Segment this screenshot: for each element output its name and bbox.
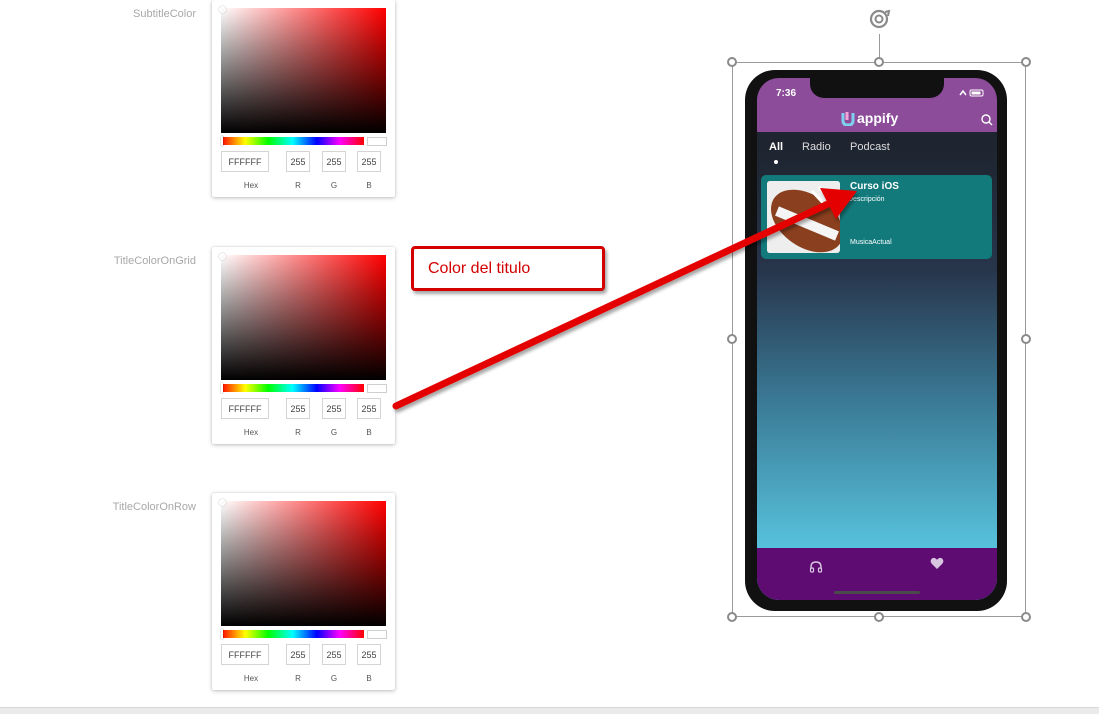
callout-box: Color del titulo <box>411 246 605 291</box>
status-time: 7:36 <box>776 88 797 99</box>
hex-input[interactable]: FFFFFF <box>221 398 269 419</box>
phone-notch <box>810 78 944 98</box>
hex-label: Hex <box>243 181 259 190</box>
color-picker-subtitle: FFFFFF 255 255 255 Hex R G B <box>212 0 395 197</box>
hex-label: Hex <box>243 428 259 437</box>
green-label: G <box>330 674 338 683</box>
color-picker-title-grid: FFFFFF 255 255 255 Hex R G B <box>212 247 395 444</box>
content-card[interactable]: Curso iOS Descripción MusicaActual <box>761 175 992 259</box>
saturation-handle[interactable] <box>219 6 226 13</box>
red-input[interactable]: 255 <box>286 398 310 419</box>
card-source: MusicaActual <box>850 239 892 246</box>
blue-input[interactable]: 255 <box>357 398 381 419</box>
football-icon <box>767 181 840 253</box>
blue-label: B <box>366 674 372 683</box>
color-swatch <box>367 137 387 146</box>
resize-handle-top-right[interactable] <box>1021 57 1031 67</box>
resize-handle-bottom[interactable] <box>874 612 884 622</box>
saturation-handle[interactable] <box>219 253 226 260</box>
tab-all[interactable]: All <box>769 141 783 153</box>
green-label: G <box>330 428 338 437</box>
tab-radio[interactable]: Radio <box>802 141 831 153</box>
green-input[interactable]: 255 <box>322 151 346 172</box>
hex-input[interactable]: FFFFFF <box>221 644 269 665</box>
green-input[interactable]: 255 <box>322 644 346 665</box>
card-title: Curso iOS <box>850 181 899 192</box>
color-picker-title-row: FFFFFF 255 255 255 Hex R G B <box>212 493 395 690</box>
saturation-area[interactable] <box>219 499 386 626</box>
rotate-icon[interactable] <box>867 7 891 31</box>
resize-handle-left[interactable] <box>727 334 737 344</box>
resize-handle-bottom-right[interactable] <box>1021 612 1031 622</box>
hue-handle[interactable] <box>221 629 223 639</box>
heart-icon[interactable] <box>930 557 944 570</box>
hue-handle[interactable] <box>221 136 223 146</box>
saturation-area[interactable] <box>219 6 386 133</box>
color-swatch <box>367 384 387 393</box>
color-swatch <box>367 630 387 639</box>
red-input[interactable]: 255 <box>286 151 310 172</box>
logo-icon <box>841 112 855 126</box>
red-label: R <box>295 428 301 437</box>
active-tab-indicator <box>774 160 778 164</box>
status-icons <box>959 89 984 97</box>
resize-handle-bottom-left[interactable] <box>727 612 737 622</box>
property-label-title-color-on-row: TitleColorOnRow <box>112 501 196 513</box>
hue-slider[interactable] <box>221 136 364 146</box>
hex-input[interactable]: FFFFFF <box>221 151 269 172</box>
saturation-area[interactable] <box>219 253 386 380</box>
blue-label: B <box>366 428 372 437</box>
card-thumbnail <box>767 181 840 253</box>
tab-podcast[interactable]: Podcast <box>850 141 890 153</box>
home-indicator <box>834 591 920 594</box>
blue-input[interactable]: 255 <box>357 151 381 172</box>
resize-handle-top[interactable] <box>874 57 884 67</box>
red-input[interactable]: 255 <box>286 644 310 665</box>
app-name: appify <box>857 110 899 126</box>
card-description: Descripción <box>848 196 885 203</box>
hue-slider[interactable] <box>221 383 364 393</box>
red-label: R <box>295 181 301 190</box>
phone-mockup[interactable]: 7:36 appify All Radio Podcast Curso iOS … <box>745 70 1007 611</box>
blue-label: B <box>366 181 372 190</box>
hex-label: Hex <box>243 674 259 683</box>
hue-slider[interactable] <box>221 629 364 639</box>
hue-handle[interactable] <box>221 383 223 393</box>
green-label: G <box>330 181 338 190</box>
property-label-subtitle-color: SubtitleColor <box>133 8 196 20</box>
resize-handle-top-left[interactable] <box>727 57 737 67</box>
saturation-handle[interactable] <box>219 499 226 506</box>
red-label: R <box>295 674 301 683</box>
phone-screen: 7:36 appify All Radio Podcast Curso iOS … <box>757 78 997 600</box>
resize-handle-right[interactable] <box>1021 334 1031 344</box>
search-icon[interactable] <box>981 114 993 126</box>
app-logo: appify <box>841 110 898 126</box>
green-input[interactable]: 255 <box>322 398 346 419</box>
property-label-title-color-on-grid: TitleColorOnGrid <box>113 255 196 267</box>
blue-input[interactable]: 255 <box>357 644 381 665</box>
headphones-icon[interactable] <box>809 560 823 574</box>
